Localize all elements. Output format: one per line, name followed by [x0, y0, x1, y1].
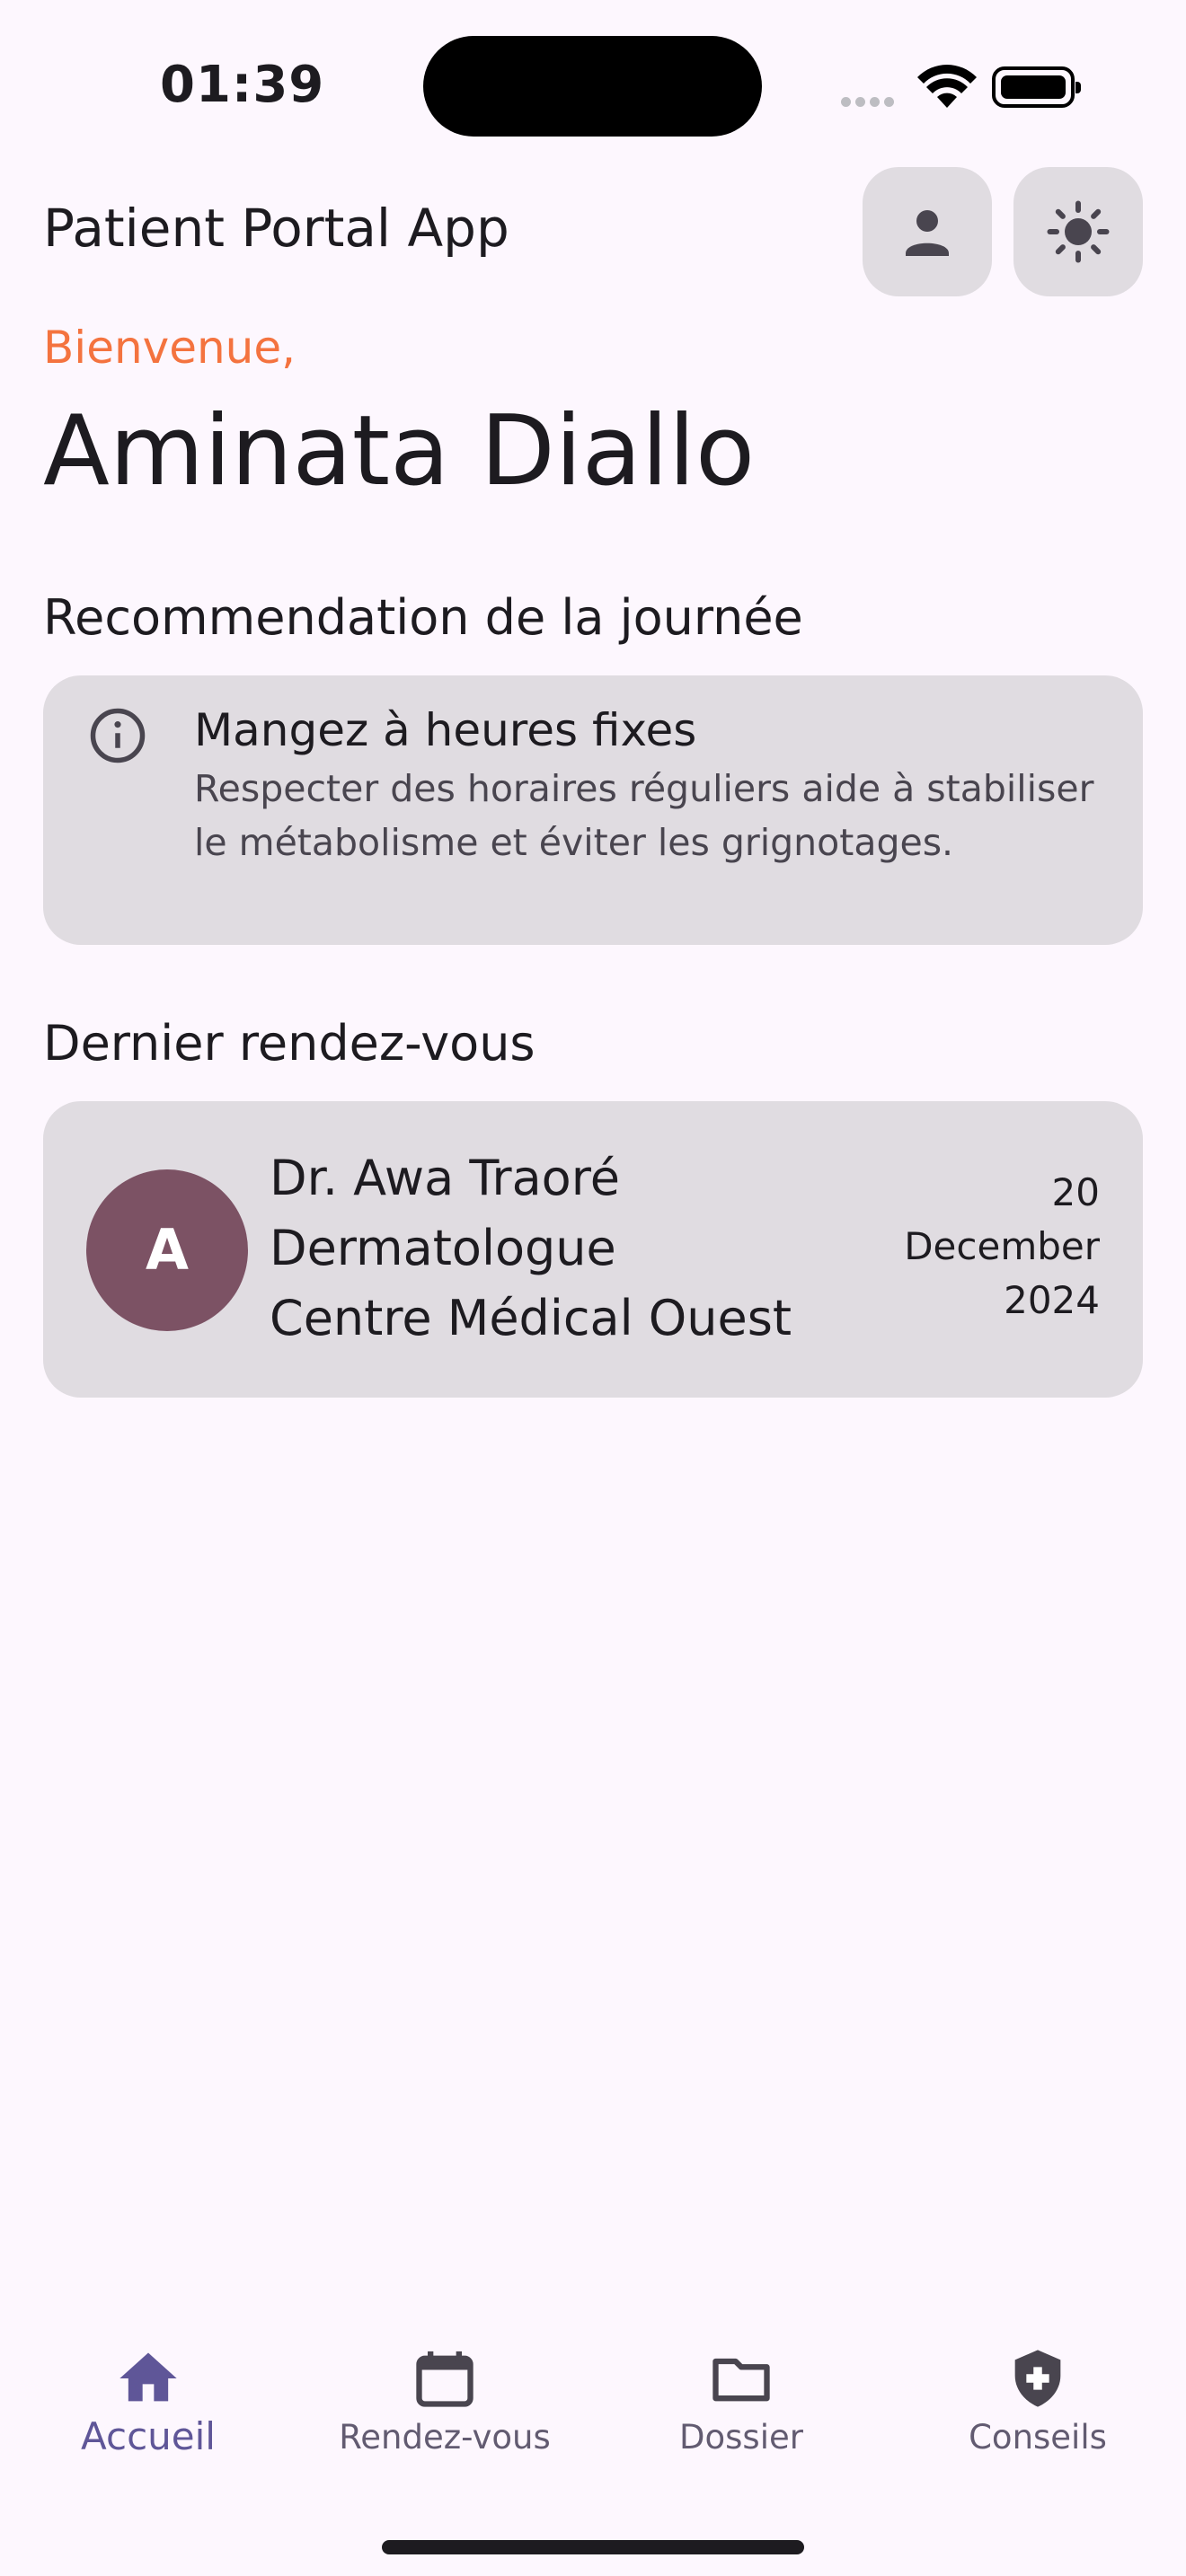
doctor-avatar: A [86, 1169, 248, 1331]
nav-item-rendez-vous[interactable]: Rendez-vous [296, 2325, 593, 2504]
appointment-date: 20 December 2024 [904, 1166, 1100, 1328]
sun-icon [1047, 200, 1110, 263]
welcome-label: Bienvenue, [43, 322, 296, 374]
folder-icon [712, 2358, 770, 2402]
nav-label: Conseils [969, 2418, 1107, 2457]
date-year: 2024 [1004, 1278, 1100, 1322]
info-icon [90, 708, 146, 763]
cellular-signal-icon [841, 93, 898, 110]
recommendation-card[interactable]: Mangez à heures fixes Respecter des hora… [43, 675, 1143, 945]
nav-item-conseils[interactable]: Conseils [890, 2325, 1186, 2504]
date-month: December [904, 1224, 1100, 1268]
doctor-specialty: Dermatologue [270, 1220, 616, 1276]
theme-toggle-button[interactable] [1013, 167, 1143, 296]
shield-plus-icon [1014, 2350, 1061, 2407]
nav-item-dossier[interactable]: Dossier [593, 2325, 890, 2504]
person-icon [906, 210, 949, 256]
recommendation-title: Mangez à heures fixes [194, 704, 697, 756]
app-title: Patient Portal App [43, 198, 509, 259]
profile-button[interactable] [863, 167, 992, 296]
nav-item-accueil[interactable]: Accueil [0, 2325, 296, 2504]
date-day: 20 [1051, 1170, 1100, 1214]
nav-label: Accueil [81, 2414, 216, 2458]
calendar-icon [416, 2351, 474, 2407]
status-time: 01:39 [160, 56, 325, 114]
bottom-navigation: Accueil Rendez-vous Dossier Conseils [0, 2325, 1186, 2576]
appointment-section-title: Dernier rendez-vous [43, 1015, 535, 1072]
doctor-name: Dr. Awa Traoré [270, 1150, 620, 1206]
medical-center: Centre Médical Ouest [270, 1290, 792, 1346]
recommendation-section-title: Recommendation de la journée [43, 589, 803, 646]
wifi-icon [917, 65, 977, 108]
recommendation-body: Respecter des horaires réguliers aide à … [194, 767, 1094, 864]
appointment-card[interactable]: A Dr. Awa Traoré Dermatologue Centre Méd… [43, 1101, 1143, 1398]
dynamic-island [423, 36, 762, 137]
nav-label: Dossier [679, 2418, 803, 2457]
home-icon [119, 2352, 177, 2402]
battery-icon [992, 66, 1081, 108]
user-name: Aminata Diallo [43, 395, 756, 507]
home-indicator [382, 2540, 804, 2554]
nav-label: Rendez-vous [339, 2418, 551, 2457]
